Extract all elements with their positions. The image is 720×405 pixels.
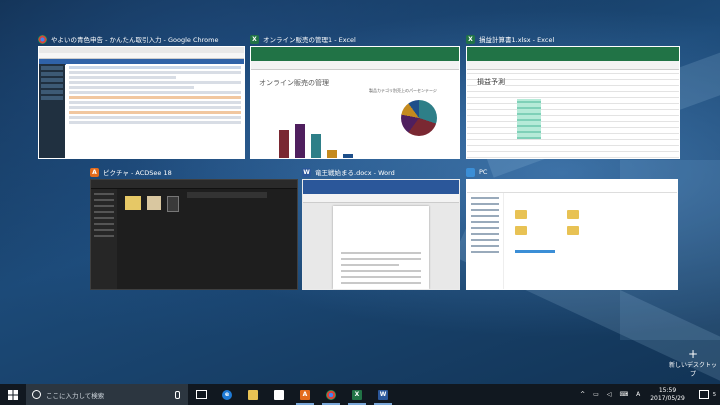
bar-chart — [259, 98, 359, 158]
chart-label: 製品カテゴリ別売上のパーセンテージ — [369, 88, 437, 93]
window-title: 竜王戦始まる.docx - Word — [315, 169, 395, 177]
window-thumbnail: 損益予測 — [466, 46, 680, 159]
chevron-up-icon[interactable]: ^ — [580, 391, 585, 398]
plus-icon: + — [687, 347, 699, 361]
edge-icon[interactable]: e — [214, 384, 240, 405]
acdsee-icon[interactable]: A — [292, 384, 318, 405]
window-word[interactable]: W 竜王戦始まる.docx - Word — [302, 165, 460, 290]
window-title: PC — [479, 168, 488, 176]
system-tray: ^ ▭ ◁ ⌨ A 15:59 2017/05/29 5 — [576, 384, 720, 405]
window-excel-pl[interactable]: X 損益計算書1.xlsx - Excel 損益予測 — [466, 32, 680, 159]
word-icon[interactable]: W — [370, 384, 396, 405]
excel-icon: X — [250, 34, 259, 44]
keyboard-icon[interactable]: ⌨ — [619, 391, 628, 398]
new-desktop-button[interactable]: + 新しいデスクトップ — [668, 348, 718, 378]
clock[interactable]: 15:59 2017/05/29 — [650, 387, 685, 403]
window-thumbnail — [90, 179, 298, 290]
ime-indicator[interactable]: A — [636, 391, 640, 398]
window-title: やよいの青色申告 - かんたん取引入力 - Google Chrome — [51, 36, 219, 44]
volume-icon[interactable]: ◁ — [607, 391, 612, 398]
window-excel-sales[interactable]: X オンライン販売の管理1 - Excel オンライン販売の管理 製品カテゴリ別… — [250, 32, 460, 159]
window-thumbnail: オンライン販売の管理 製品カテゴリ別売上のパーセンテージ — [250, 46, 460, 159]
windows-start-icon[interactable] — [0, 384, 26, 405]
window-title: ピクチャ - ACDSee 18 — [103, 169, 172, 177]
taskbar: ここに入力して検索 e A X W ^ ▭ ◁ ⌨ A 15:59 2017/0… — [0, 384, 720, 405]
sheet-title: 損益予測 — [477, 77, 505, 87]
window-thumbnail — [466, 179, 678, 290]
microphone-icon[interactable] — [175, 391, 180, 399]
acdsee-icon: A — [90, 167, 99, 177]
window-thumbnail — [38, 46, 245, 159]
excel-icon[interactable]: X — [344, 384, 370, 405]
word-icon: W — [302, 167, 311, 177]
task-view-icon[interactable] — [188, 384, 214, 405]
window-title: オンライン販売の管理1 - Excel — [263, 36, 356, 44]
window-title: 損益計算書1.xlsx - Excel — [479, 36, 555, 44]
excel-icon: X — [466, 34, 475, 44]
window-explorer[interactable]: PC — [466, 165, 678, 290]
search-icon — [32, 390, 41, 399]
pie-chart — [401, 100, 437, 136]
chrome-icon[interactable] — [318, 384, 344, 405]
file-explorer-icon[interactable] — [240, 384, 266, 405]
chrome-icon — [38, 34, 47, 44]
window-chrome[interactable]: やよいの青色申告 - かんたん取引入力 - Google Chrome — [38, 32, 245, 159]
file-explorer-icon — [466, 167, 475, 177]
store-icon[interactable] — [266, 384, 292, 405]
sheet-title: オンライン販売の管理 — [259, 79, 329, 87]
search-input[interactable]: ここに入力して検索 — [26, 384, 188, 405]
notification-icon[interactable]: 5 — [695, 390, 716, 399]
window-thumbnail — [302, 179, 460, 290]
network-icon[interactable]: ▭ — [593, 391, 599, 398]
window-acdsee[interactable]: A ピクチャ - ACDSee 18 — [90, 165, 298, 290]
